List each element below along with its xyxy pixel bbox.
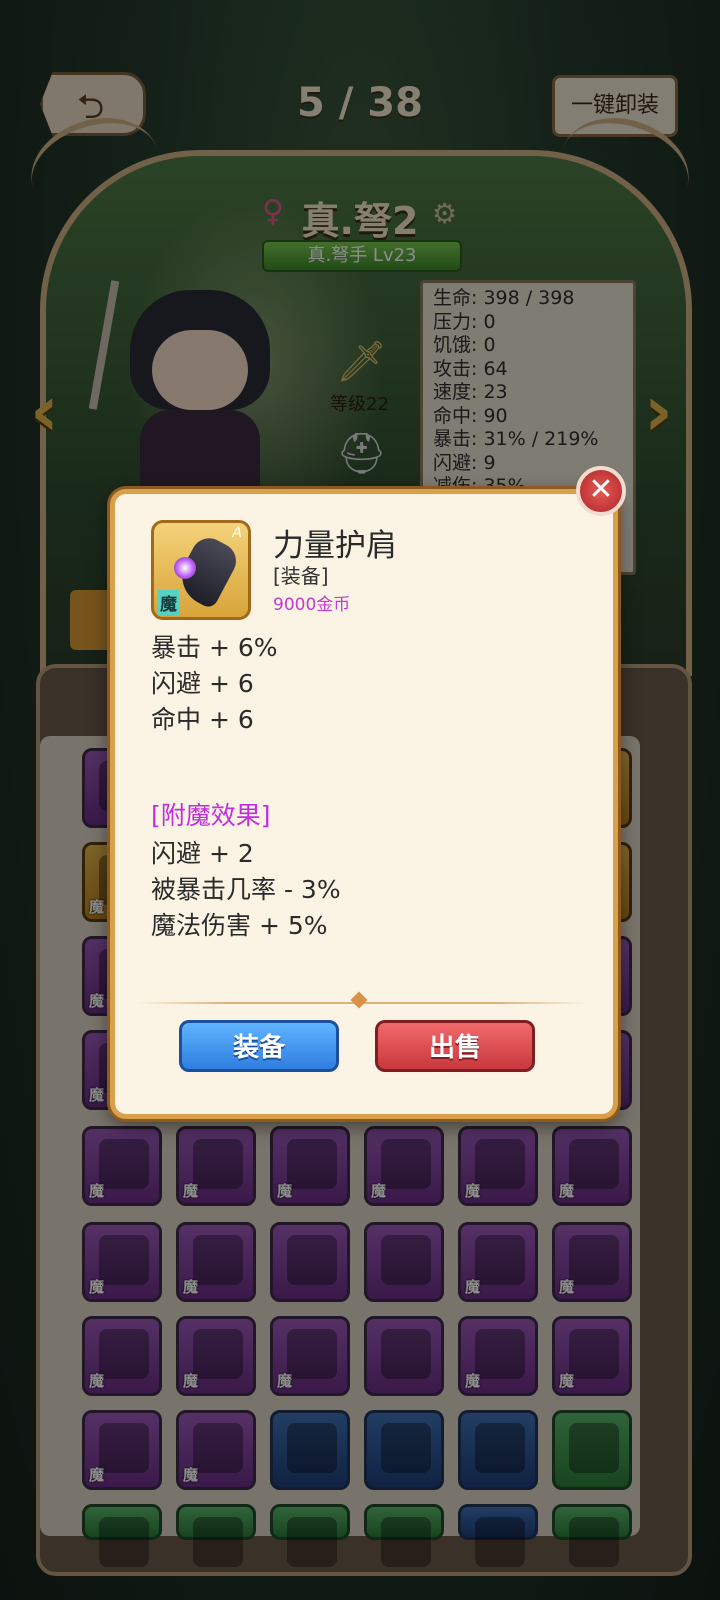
enchant-stat: 魔法伤害 + 5%: [151, 911, 328, 940]
item-name: 力量护肩: [273, 528, 397, 564]
close-icon[interactable]: ✕: [576, 466, 626, 516]
item-type: [装备]: [273, 564, 329, 588]
item-stat: 闪避 + 6: [151, 669, 254, 698]
item-icon: A 魔: [151, 520, 251, 620]
enchant-stat: 被暴击几率 - 3%: [151, 875, 341, 904]
enchant-title: [附魔效果]: [151, 801, 271, 830]
item-stat: 命中 + 6: [151, 705, 254, 734]
item-price: 9000金币: [273, 595, 351, 615]
grade-label: A: [232, 525, 242, 541]
item-stat: 暴击 + 6%: [151, 633, 278, 662]
sell-button[interactable]: 出售: [375, 1020, 535, 1072]
enchant-stat: 闪避 + 2: [151, 839, 254, 868]
item-detail-dialog: A 魔 力量护肩 [装备] 9000金币 暴击 + 6% 闪避 + 6 命中 +…: [110, 489, 618, 1119]
divider-diamond-icon: [350, 991, 368, 1009]
equip-button[interactable]: 装备: [179, 1020, 339, 1072]
enchant-tag: 魔: [158, 590, 179, 615]
